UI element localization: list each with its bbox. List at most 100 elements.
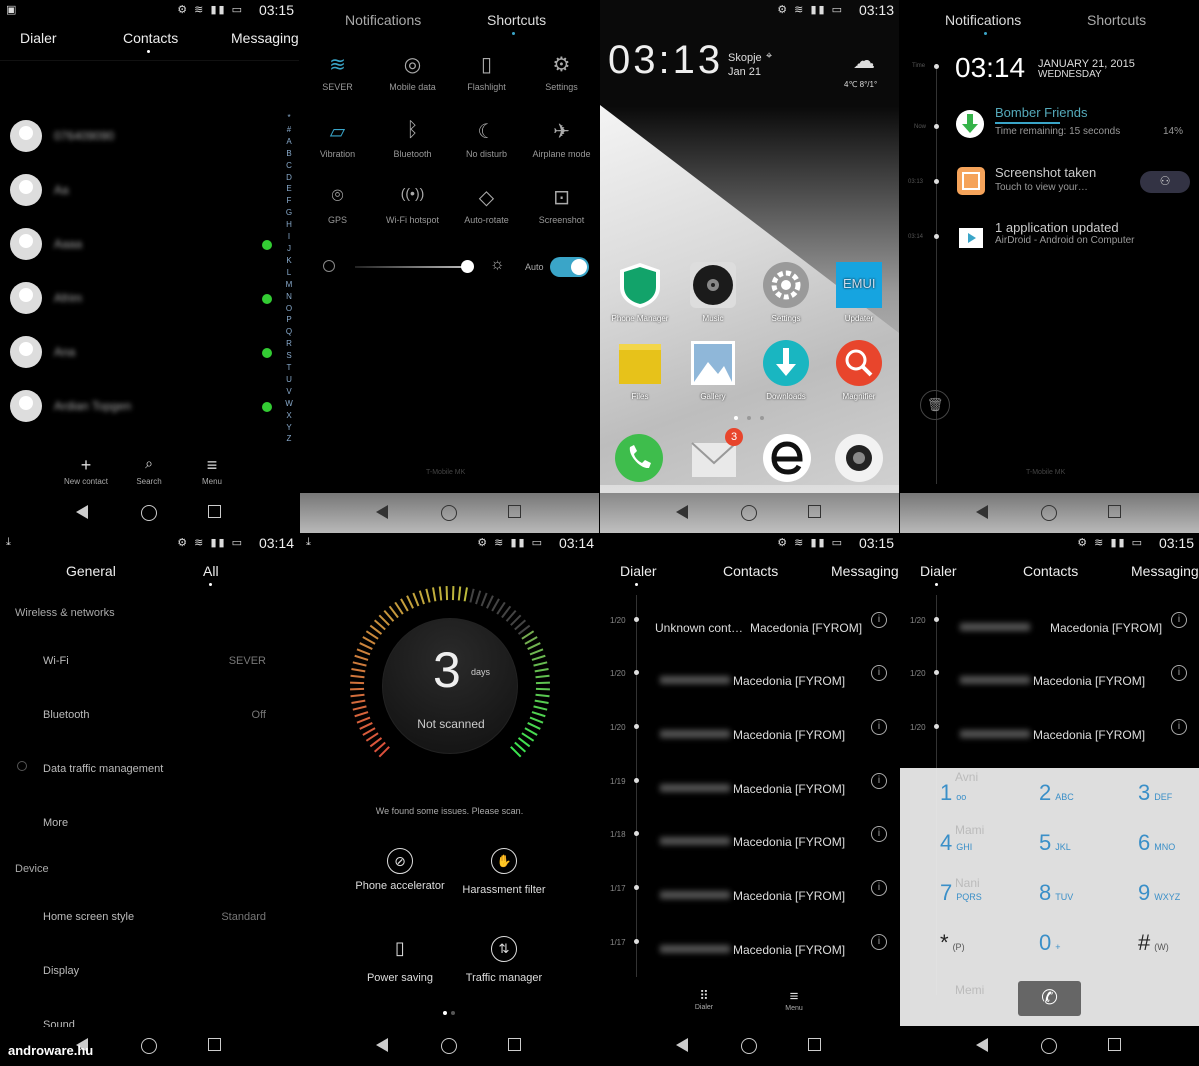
contact-row[interactable]: 076409090 [10,120,280,154]
info-icon[interactable]: i [1171,665,1187,681]
call-log-row[interactable]: 1/20 Macedonia [FYROM] i [600,719,899,760]
back-button[interactable] [676,505,688,519]
alphabet-letter[interactable]: R [283,338,295,350]
alphabet-letter[interactable]: X [283,410,295,422]
alphabet-letter[interactable]: N [283,291,295,303]
setting-data-traffic[interactable]: Data traffic management [0,751,299,791]
dial-key-1[interactable]: 1 oo [940,780,966,806]
auto-brightness-toggle[interactable] [550,257,589,277]
back-button[interactable] [976,1038,988,1052]
trash-icon[interactable]: 🗑 [920,390,950,420]
alphabet-letter[interactable]: * [283,112,295,124]
alphabet-letter[interactable]: Z [283,433,295,445]
contact-row[interactable]: Ardian Topgen [10,390,280,424]
dial-key-0[interactable]: 0 + [1039,930,1061,956]
tile-gps[interactable]: ⌾ GPS [300,185,375,225]
call-log-row[interactable]: 1/20 Macedonia [FYROM] i [600,665,899,706]
back-button[interactable] [76,505,88,519]
tile-airplane[interactable]: ✈ Airplane mode [524,119,599,159]
call-log-row[interactable]: 1/20 Macedonia [FYROM] i [900,665,1199,706]
alphabet-letter[interactable]: K [283,255,295,267]
tab-contacts[interactable]: Contacts [723,563,778,579]
dial-key-4[interactable]: 4 GHI [940,830,972,856]
recents-button[interactable] [808,505,821,518]
browser-icon[interactable] [762,433,812,483]
recents-button[interactable] [208,1038,221,1051]
dial-key-9[interactable]: 9 WXYZ [1138,880,1180,906]
alphabet-letter[interactable]: B [283,148,295,160]
app-music[interactable]: Music [678,260,748,323]
recents-button[interactable] [508,1038,521,1051]
dial-key-5[interactable]: 5 JKL [1039,830,1071,856]
app-gallery[interactable]: Gallery [678,338,748,401]
setting-display[interactable]: Display [0,953,299,993]
traffic-manager-button[interactable]: ⇅ Traffic manager [454,936,554,986]
tab-shortcuts[interactable]: Shortcuts [487,12,546,28]
tab-contacts[interactable]: Contacts [1023,563,1078,579]
tab-all[interactable]: All [203,563,219,579]
home-button[interactable] [441,505,457,521]
recents-button[interactable] [1108,505,1121,518]
alphabet-letter[interactable]: # [283,124,295,136]
app-settings[interactable]: Settings [751,260,821,323]
contact-row[interactable]: Aaaa [10,228,280,262]
alphabet-letter[interactable]: I [283,231,295,243]
alphabet-letter[interactable]: W [283,398,295,410]
camera-lens-icon[interactable] [834,433,884,483]
alphabet-index[interactable]: * # A B C D E F G H I J K L M N O P Q R S T U V W X Y Z [283,112,295,445]
call-log-row[interactable]: 1/17 Macedonia [FYROM] i [600,880,899,921]
back-button[interactable] [376,505,388,519]
notification-download[interactable]: Bomber Friends Time remaining: 15 second… [955,105,1195,145]
tab-notifications[interactable]: Notifications [345,12,421,28]
alphabet-letter[interactable]: Q [283,326,295,338]
brightness-slider[interactable] [355,266,465,268]
info-icon[interactable]: i [871,665,887,681]
info-icon[interactable]: i [1171,719,1187,735]
notification-app-updated[interactable]: 1 application updated AirDroid - Android… [955,220,1195,260]
tile-auto-rotate[interactable]: ◇ Auto-rotate [449,185,524,225]
tab-general[interactable]: General [66,563,116,579]
tile-screenshot[interactable]: ⊡ Screenshot [524,185,599,225]
info-icon[interactable]: i [871,612,887,628]
tile-wifi[interactable]: ≋ SEVER [300,52,375,92]
dial-key-8[interactable]: 8 TUV [1039,880,1073,906]
alphabet-letter[interactable]: P [283,314,295,326]
setting-home-screen-style[interactable]: Home screen style Standard [0,899,299,939]
alphabet-letter[interactable]: S [283,350,295,362]
tile-settings[interactable]: ⚙ Settings [524,52,599,92]
phone-icon[interactable] [614,433,664,483]
alphabet-letter[interactable]: D [283,172,295,184]
app-updater[interactable]: EMUI Updater [824,260,894,323]
alphabet-letter[interactable]: A [283,136,295,148]
tile-no-disturb[interactable]: ☾ No disturb [449,119,524,159]
tab-dialer[interactable]: Dialer [620,563,657,579]
call-log-row[interactable]: 1/18 Macedonia [FYROM] i [600,826,899,867]
alphabet-letter[interactable]: E [283,183,295,195]
setting-sound[interactable]: Sound [0,1007,299,1027]
scan-button[interactable]: 3 days Not scanned [382,618,518,754]
app-files[interactable]: Files [605,338,675,401]
dial-key-6[interactable]: 6 MNO [1138,830,1175,856]
info-icon[interactable]: i [871,773,887,789]
alphabet-letter[interactable]: G [283,207,295,219]
alphabet-letter[interactable]: C [283,160,295,172]
setting-bluetooth[interactable]: Bluetooth Off [0,697,299,737]
tile-flashlight[interactable]: ▯ Flashlight [449,52,524,92]
contact-row[interactable]: Aa [10,174,280,208]
home-button[interactable] [1041,1038,1057,1054]
recents-button[interactable] [1108,1038,1121,1051]
back-button[interactable] [376,1038,388,1052]
alphabet-letter[interactable]: M [283,279,295,291]
dial-key-hash[interactable]: # (W) [1138,930,1169,956]
home-button[interactable] [741,505,757,521]
alphabet-letter[interactable]: F [283,195,295,207]
tab-dialer[interactable]: Dialer [20,30,57,46]
tab-messaging[interactable]: Messaging [231,30,299,46]
tab-notifications[interactable]: Notifications [945,12,1021,28]
call-log-row[interactable]: 1/19 Macedonia [FYROM] i [600,773,899,814]
alphabet-letter[interactable]: U [283,374,295,386]
brightness-knob[interactable] [461,260,474,273]
menu-button[interactable]: ≡ Menu [779,988,809,1012]
home-button[interactable] [1041,505,1057,521]
home-button[interactable] [141,505,157,521]
